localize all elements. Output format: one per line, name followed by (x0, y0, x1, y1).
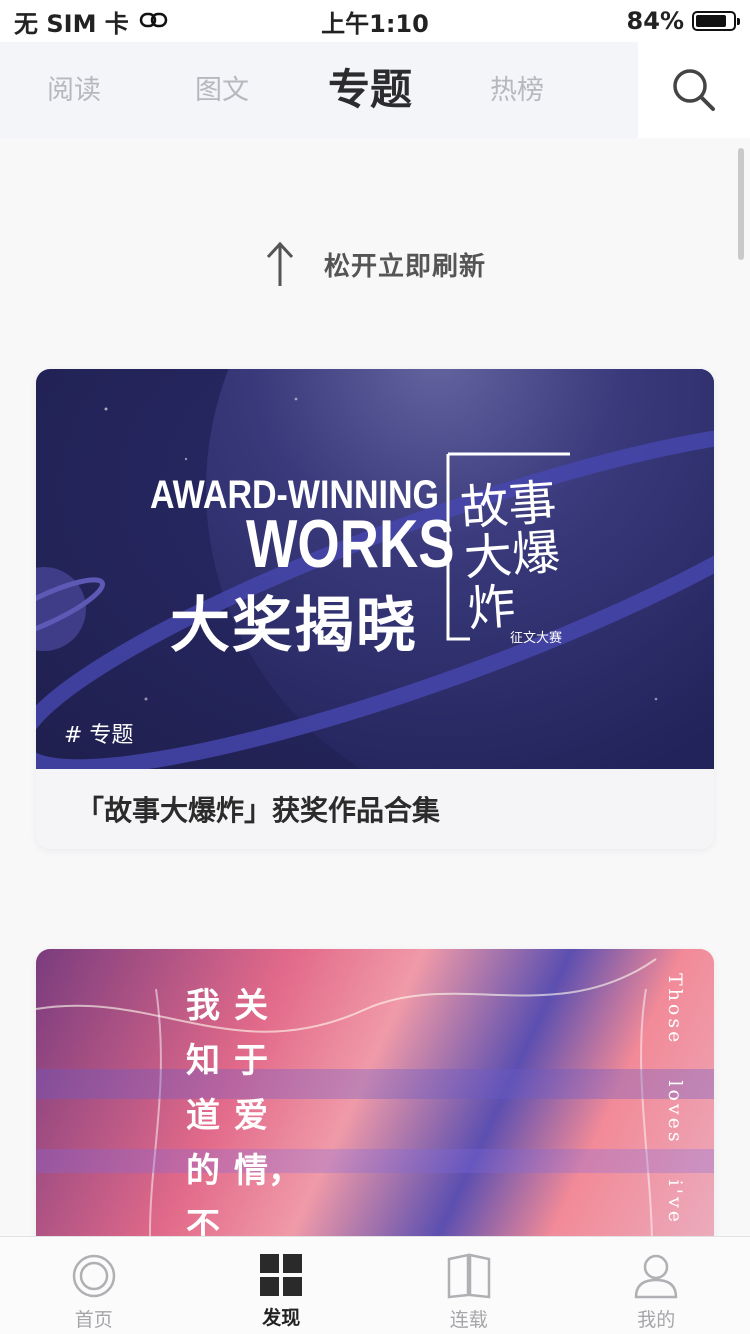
person-icon (634, 1254, 678, 1299)
nav-discover[interactable]: 发现 (188, 1237, 376, 1334)
top-tab-bar: 阅读 图文 专题 热榜 问 (0, 42, 750, 138)
tab-image-text[interactable]: 图文 (195, 68, 249, 107)
search-button[interactable] (638, 42, 750, 138)
tab-reading[interactable]: 阅读 (47, 68, 101, 107)
pull-refresh: 松开立即刷新 (0, 240, 750, 288)
banner-zh: 大奖揭晓 (170, 591, 418, 661)
battery-icon (692, 11, 740, 31)
nav-home[interactable]: 首页 (0, 1237, 188, 1334)
arrow-up-icon (266, 241, 294, 286)
card-cover-image: AWARD-WINNING WORKS 大奖揭晓 故事大爆炸 征文大赛 # 专题 (36, 369, 714, 769)
banner-en-line2: WORKS (246, 506, 455, 582)
poem-column-1: 我知道的不 (186, 986, 220, 1246)
tab-topics[interactable]: 专题 (328, 56, 412, 117)
poem-column-2: 关于爱情， (234, 986, 302, 1191)
status-time: 上午1:10 (321, 9, 429, 38)
home-circle-icon (72, 1254, 115, 1298)
link-icon (139, 7, 169, 35)
battery-percent: 84% (626, 7, 684, 35)
card-title: 「故事大爆炸」获奖作品合集 (36, 769, 714, 849)
grid-icon (260, 1254, 303, 1296)
status-bar: 无 SIM 卡 上午1:10 84% (0, 0, 750, 42)
search-icon (673, 69, 715, 111)
nav-home-label: 首页 (74, 1309, 113, 1331)
logo-subtitle: 征文大赛 (510, 631, 563, 646)
logo-text: 故事大爆炸 (458, 474, 562, 638)
tab-hot-list[interactable]: 热榜 (490, 68, 544, 107)
bottom-tab-bar: 首页 发现 连载 我的 (0, 1236, 750, 1334)
topic-tag: # 专题 (64, 723, 134, 748)
nav-discover-label: 发现 (262, 1307, 301, 1329)
book-icon (447, 1253, 490, 1299)
nav-serial[interactable]: 连载 (375, 1237, 563, 1334)
nav-profile-label: 我的 (637, 1309, 676, 1331)
carrier-label: 无 SIM 卡 (14, 9, 129, 38)
nav-serial-label: 连载 (449, 1309, 488, 1331)
topic-card[interactable]: AWARD-WINNING WORKS 大奖揭晓 故事大爆炸 征文大赛 # 专题… (36, 369, 714, 849)
nav-profile[interactable]: 我的 (563, 1237, 750, 1334)
refresh-text: 松开立即刷新 (323, 251, 486, 282)
